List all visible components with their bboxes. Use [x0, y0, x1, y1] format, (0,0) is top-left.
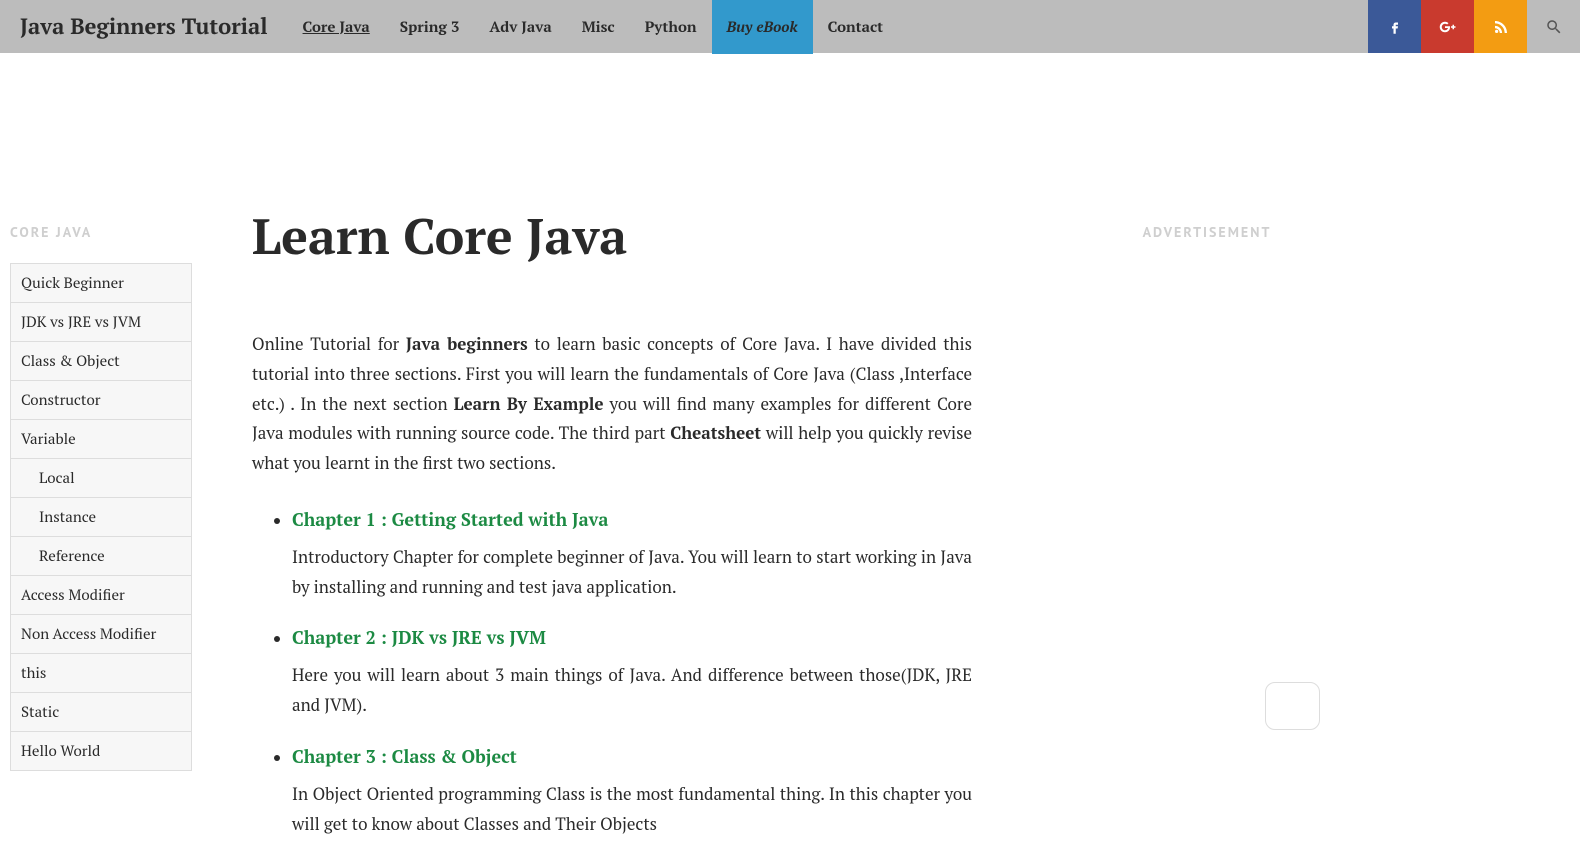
- facebook-icon: [1386, 18, 1404, 36]
- nav-item-adv-java[interactable]: Adv Java: [474, 0, 566, 54]
- search-button[interactable]: [1527, 0, 1580, 53]
- sidebar-item[interactable]: Variable: [11, 420, 191, 459]
- site-title[interactable]: Java Beginners Tutorial: [0, 12, 288, 41]
- chapter-description: In Object Oriented programming Class is …: [292, 779, 972, 839]
- chapter-item: Chapter 1 : Getting Started with Java Int…: [292, 508, 972, 602]
- sidebar-item[interactable]: Access Modifier: [11, 576, 191, 615]
- sidebar-item[interactable]: Instance: [11, 498, 191, 537]
- chapter-description: Here you will learn about 3 main things …: [292, 660, 972, 720]
- chapter-item: Chapter 2 : JDK vs JRE vs JVM Here you wi…: [292, 626, 972, 720]
- sidebar: CORE JAVA Quick BeginnerJDK vs JRE vs JV…: [0, 53, 192, 863]
- sidebar-item[interactable]: JDK vs JRE vs JVM: [11, 303, 191, 342]
- nav-item-spring-3[interactable]: Spring 3: [385, 0, 475, 54]
- header-right: [1368, 0, 1580, 53]
- sidebar-item[interactable]: Hello World: [11, 732, 191, 771]
- sidebar-list: Quick BeginnerJDK vs JRE vs JVMClass & O…: [10, 263, 192, 771]
- intro-bold: Learn By Example: [454, 392, 604, 415]
- chapter-link[interactable]: Chapter 1 : Getting Started with Java: [292, 508, 972, 532]
- container: CORE JAVA Quick BeginnerJDK vs JRE vs JV…: [0, 53, 1580, 863]
- search-icon: [1545, 18, 1563, 36]
- nav-item-buy-ebook[interactable]: Buy eBook: [712, 0, 813, 54]
- header: Java Beginners Tutorial Core JavaSpring …: [0, 0, 1580, 53]
- sidebar-item[interactable]: Class & Object: [11, 342, 191, 381]
- scroll-top-button[interactable]: [1265, 682, 1320, 730]
- intro-bold: Java beginners: [406, 332, 528, 355]
- chapter-description: Introductory Chapter for complete beginn…: [292, 542, 972, 602]
- sidebar-item[interactable]: this: [11, 654, 191, 693]
- intro-paragraph: Online Tutorial for Java beginners to le…: [252, 329, 972, 478]
- chapter-list: Chapter 1 : Getting Started with Java Int…: [252, 508, 972, 839]
- chapter-link[interactable]: Chapter 2 : JDK vs JRE vs JVM: [292, 626, 972, 650]
- advertisement-label: ADVERTISEMENT: [1032, 223, 1382, 241]
- sidebar-item[interactable]: Local: [11, 459, 191, 498]
- sidebar-title: CORE JAVA: [0, 223, 192, 241]
- page-title: Learn Core Java: [252, 203, 972, 269]
- nav-item-python[interactable]: Python: [630, 0, 712, 54]
- googleplus-button[interactable]: [1421, 0, 1474, 53]
- intro-text: Online Tutorial for: [252, 332, 406, 355]
- chapter-item: Chapter 3 : Class & Object In Object Orie…: [292, 745, 972, 839]
- sidebar-item[interactable]: Constructor: [11, 381, 191, 420]
- sidebar-item[interactable]: Non Access Modifier: [11, 615, 191, 654]
- sidebar-item[interactable]: Quick Beginner: [11, 264, 191, 303]
- nav-item-misc[interactable]: Misc: [567, 0, 630, 54]
- nav-item-core-java[interactable]: Core Java: [288, 0, 385, 54]
- nav-item-contact[interactable]: Contact: [813, 0, 898, 54]
- chapter-link[interactable]: Chapter 3 : Class & Object: [292, 745, 972, 769]
- rss-button[interactable]: [1474, 0, 1527, 53]
- facebook-button[interactable]: [1368, 0, 1421, 53]
- intro-bold: Cheatsheet: [670, 421, 761, 444]
- main-content: Learn Core Java Online Tutorial for Java…: [252, 53, 972, 863]
- right-column: ADVERTISEMENT: [1032, 53, 1382, 863]
- sidebar-item[interactable]: Static: [11, 693, 191, 732]
- googleplus-icon: [1439, 18, 1457, 36]
- sidebar-item[interactable]: Reference: [11, 537, 191, 576]
- rss-icon: [1492, 18, 1510, 36]
- main-nav: Core JavaSpring 3Adv JavaMiscPythonBuy e…: [288, 0, 899, 54]
